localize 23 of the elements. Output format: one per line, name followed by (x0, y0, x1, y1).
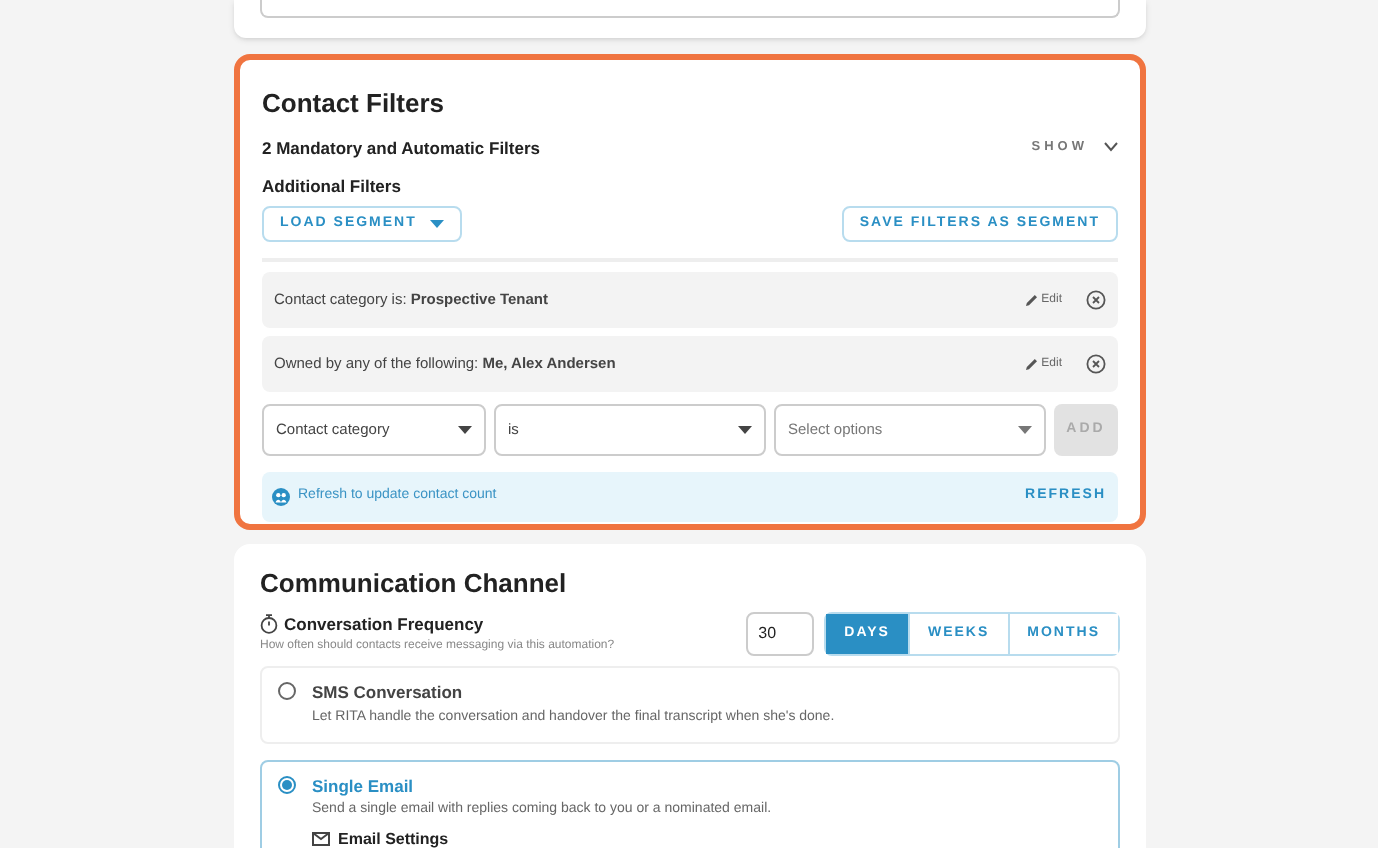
pencil-icon (1025, 358, 1038, 370)
radio-button[interactable] (278, 775, 296, 793)
filter-summary: 2 Mandatory and Automatic Filters (262, 135, 541, 161)
section-title: Communication Channel (260, 566, 569, 602)
option-title: SMS Conversation (312, 680, 465, 706)
stopwatch-icon (260, 613, 278, 634)
section-title: Contact Filters (262, 86, 447, 122)
envelope-icon (312, 832, 330, 847)
caret-icon (738, 426, 752, 434)
caret-icon (1018, 426, 1032, 434)
chevron-icon (1104, 142, 1118, 153)
section-label: Additional Filters (262, 174, 403, 200)
caret-icon (458, 426, 472, 434)
people-icon (272, 488, 290, 506)
frequency-input[interactable]: 30 (746, 611, 815, 656)
settings-label: Email Settings (338, 827, 449, 848)
remove-icon[interactable] (1086, 290, 1106, 310)
caret-icon (430, 220, 445, 228)
option-title: Single Email (312, 773, 416, 799)
pencil-icon (1025, 294, 1038, 306)
remove-icon[interactable] (1086, 354, 1106, 374)
frequency-label: Conversation Frequency (284, 611, 484, 637)
radio-button[interactable] (278, 682, 296, 701)
